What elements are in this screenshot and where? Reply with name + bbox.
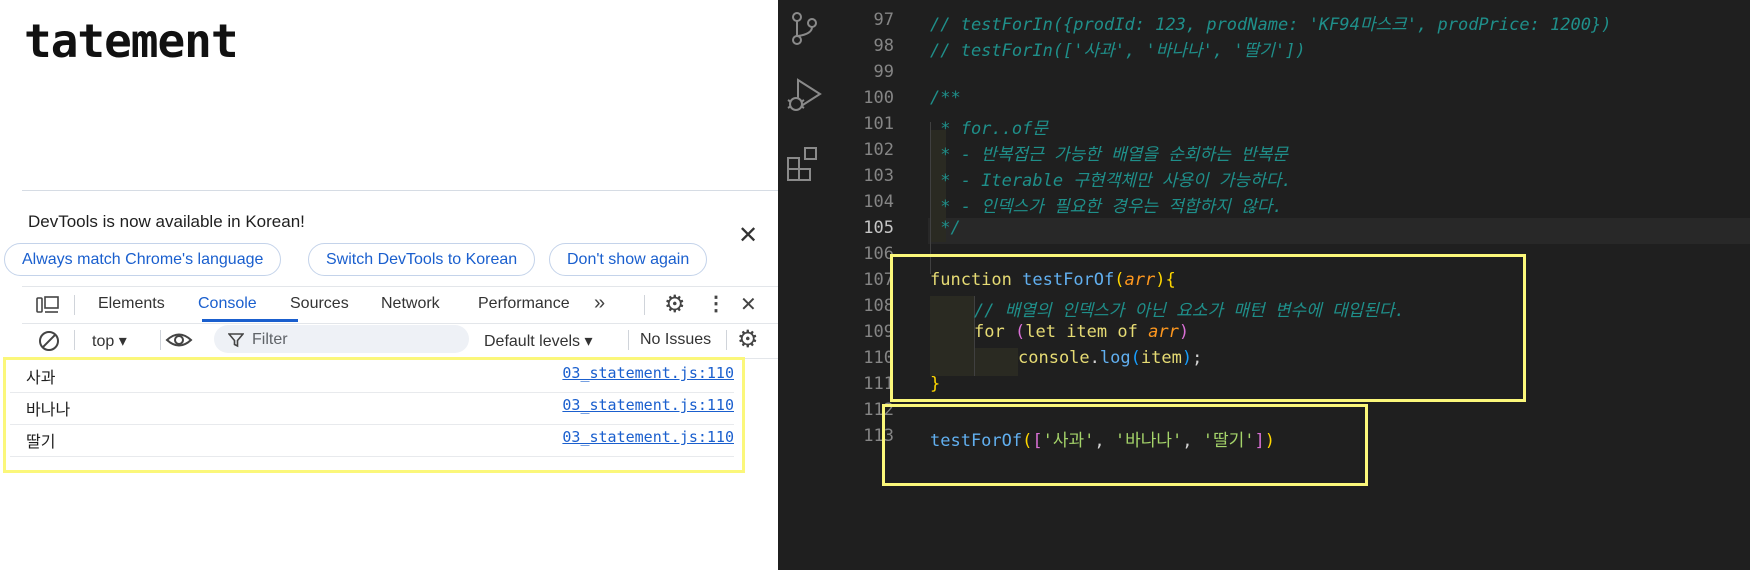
code-line-100: /** xyxy=(930,88,961,108)
line-number-current: 105 xyxy=(863,218,894,238)
current-line-highlight xyxy=(928,218,1750,244)
line-number: 97 xyxy=(873,10,894,30)
tab-performance[interactable]: Performance xyxy=(478,295,570,313)
match-language-button[interactable]: Always match Chrome's language xyxy=(4,243,282,276)
page-title: tatement xyxy=(24,14,239,68)
devtools-top-border xyxy=(22,190,778,191)
settings-gear-icon[interactable]: ⚙ xyxy=(664,290,686,319)
issues-counter[interactable]: No Issues xyxy=(640,331,711,349)
banner-close-icon[interactable]: ✕ xyxy=(738,224,758,248)
line-number: 107 xyxy=(863,270,894,290)
more-options-icon[interactable]: ⋮ xyxy=(706,291,726,316)
toolbar-separator xyxy=(644,295,645,315)
code-line-98: // testForIn(['사과', '바나나', '딸기']) xyxy=(930,41,1306,61)
toolbar-separator xyxy=(160,330,161,350)
console-settings-icon[interactable]: ⚙ xyxy=(737,325,759,354)
toolbar-separator xyxy=(74,295,75,315)
line-number: 109 xyxy=(863,322,894,342)
highlight-box-call xyxy=(882,404,1368,486)
banner-message: DevTools is now available in Korean! xyxy=(28,212,305,231)
device-toolbar-icon[interactable] xyxy=(36,295,60,315)
code-line-101: * for..of문 xyxy=(930,119,1048,139)
context-label: top xyxy=(92,333,115,350)
highlight-box-function xyxy=(890,254,1526,402)
context-selector[interactable]: top ▾ xyxy=(92,331,127,351)
code-line-97: // testForIn({prodId: 123, prodName: 'KF… xyxy=(930,15,1612,35)
filter-placeholder: Filter xyxy=(252,331,288,348)
close-devtools-icon[interactable]: ✕ xyxy=(740,292,757,317)
toolbar-separator xyxy=(74,330,75,350)
filter-funnel-icon xyxy=(228,333,244,348)
live-expression-eye-icon[interactable] xyxy=(165,330,193,350)
line-number: 103 xyxy=(863,166,894,186)
toolbar-separator xyxy=(726,330,727,350)
highlight-box-console xyxy=(3,357,745,473)
devtools-tab-bar: Elements Console Sources Network Perform… xyxy=(22,286,778,324)
line-number: 98 xyxy=(873,36,894,56)
line-number: 106 xyxy=(863,244,894,264)
line-number: 100 xyxy=(863,88,894,108)
browser-pane: tatement DevTools is now available in Ko… xyxy=(0,0,778,570)
dont-show-again-button[interactable]: Don't show again xyxy=(549,243,708,276)
tab-console[interactable]: Console xyxy=(198,295,257,313)
code-line-105: */ xyxy=(930,218,961,238)
tab-elements[interactable]: Elements xyxy=(98,295,165,313)
code-line-102: * - 반복접근 가능한 배열을 순회하는 반복문 xyxy=(930,145,1288,165)
tab-network[interactable]: Network xyxy=(381,295,440,313)
log-levels-dropdown[interactable]: Default levels ▾ xyxy=(484,331,593,351)
more-tabs-icon[interactable]: » xyxy=(594,292,605,315)
tab-sources[interactable]: Sources xyxy=(290,295,349,313)
line-number: 108 xyxy=(863,296,894,316)
line-number: 104 xyxy=(863,192,894,212)
line-number: 113 xyxy=(863,426,894,446)
toolbar-separator xyxy=(628,330,629,350)
line-number: 112 xyxy=(863,400,894,420)
code-line-104: * - 인덱스가 필요한 경우는 적합하지 않다. xyxy=(930,197,1283,217)
clear-console-icon[interactable] xyxy=(38,330,60,352)
line-number: 111 xyxy=(863,374,894,394)
switch-korean-button[interactable]: Switch DevTools to Korean xyxy=(308,243,536,276)
line-number: 101 xyxy=(863,114,894,134)
console-filter-bar: top ▾ Filter Default levels ▾ No Issues … xyxy=(22,322,778,359)
line-number: 110 xyxy=(863,348,894,368)
line-number: 102 xyxy=(863,140,894,160)
log-levels-label: Default levels xyxy=(484,333,581,350)
line-number: 99 xyxy=(873,62,894,82)
code-line-103: * - Iterable 구현객체만 사용이 가능하다. xyxy=(930,171,1292,191)
